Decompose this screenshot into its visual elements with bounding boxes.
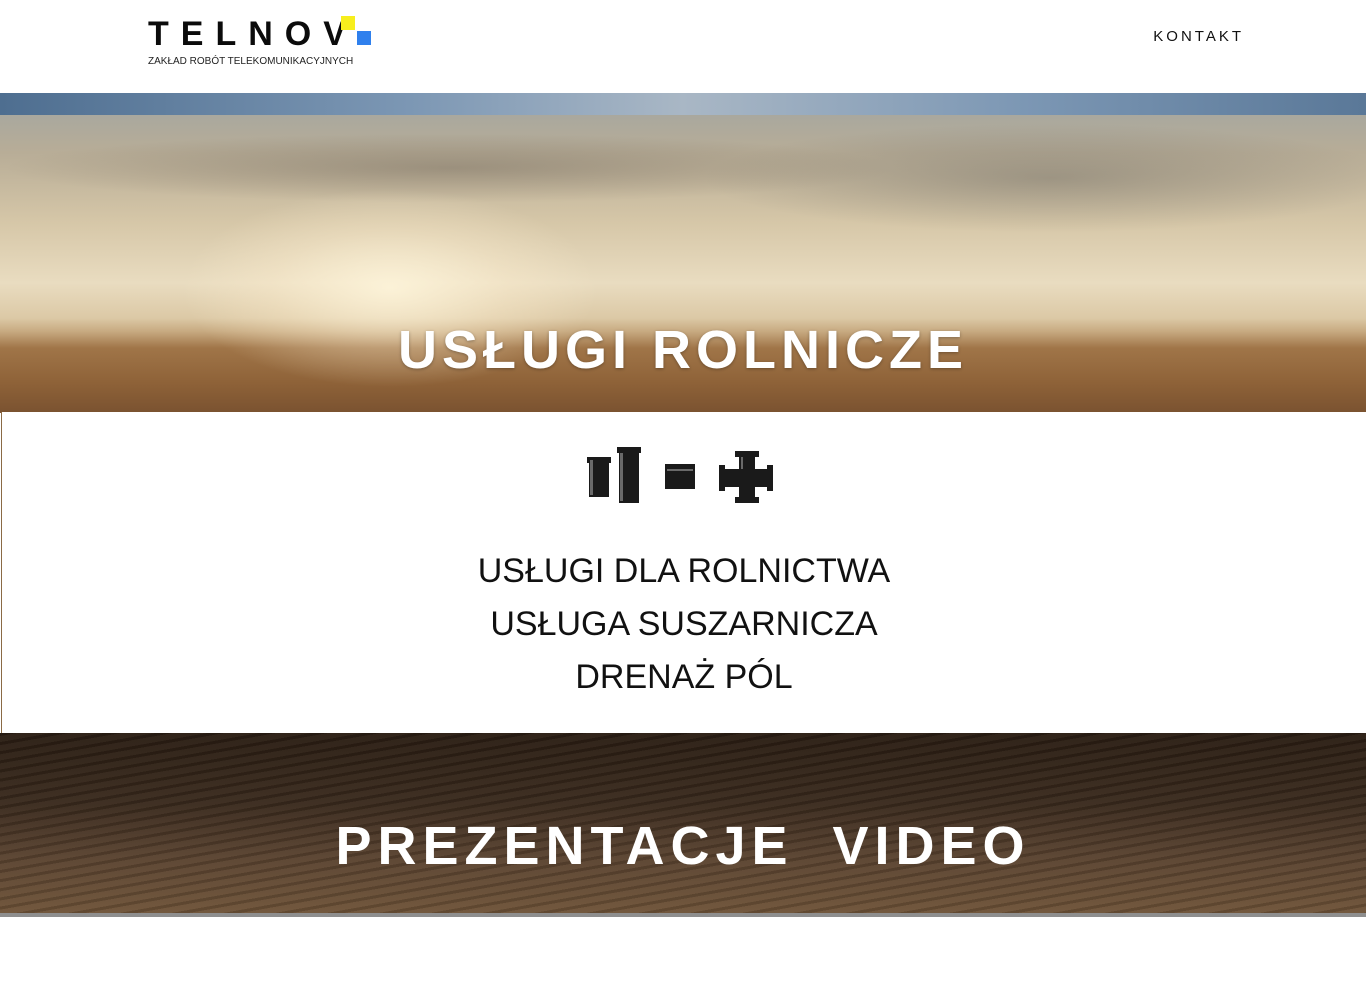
pipe-fittings-icon xyxy=(587,447,773,503)
video-section: PREZENTACJE VIDEO xyxy=(0,733,1366,913)
logo-blue-square xyxy=(357,31,371,45)
logo-text: TELNOV xyxy=(148,15,358,53)
hero-title: USŁUGI ROLNICZE xyxy=(398,320,968,380)
service-link-field-drainage[interactable]: DRENAŻ PÓL xyxy=(2,651,1366,704)
nav-contact-link[interactable]: KONTAKT xyxy=(1153,28,1244,45)
service-link-agriculture[interactable]: USŁUGI DLA ROLNICTWA xyxy=(2,545,1366,598)
site-logo[interactable]: TELNOV ZAKŁAD ROBÓT TELEKOMUNIKACYJNYCH xyxy=(148,14,388,74)
services-panel: USŁUGI DLA ROLNICTWA USŁUGA SUSZARNICZA … xyxy=(1,412,1366,734)
services-list: USŁUGI DLA ROLNICTWA USŁUGA SUSZARNICZA … xyxy=(2,545,1366,704)
logo-tagline: ZAKŁAD ROBÓT TELEKOMUNIKACYJNYCH xyxy=(148,56,354,67)
hero-banner: USŁUGI ROLNICZE xyxy=(0,93,1366,413)
logo-yellow-square xyxy=(341,16,355,30)
video-section-title[interactable]: PREZENTACJE VIDEO xyxy=(0,815,1366,877)
services-icons xyxy=(587,447,777,507)
hero-sky-strip xyxy=(0,93,1366,115)
hero-cloud xyxy=(700,123,1366,233)
service-link-drying[interactable]: USŁUGA SUSZARNICZA xyxy=(2,598,1366,651)
site-header: TELNOV ZAKŁAD ROBÓT TELEKOMUNIKACYJNYCH … xyxy=(0,0,1366,93)
section-divider xyxy=(0,913,1366,917)
